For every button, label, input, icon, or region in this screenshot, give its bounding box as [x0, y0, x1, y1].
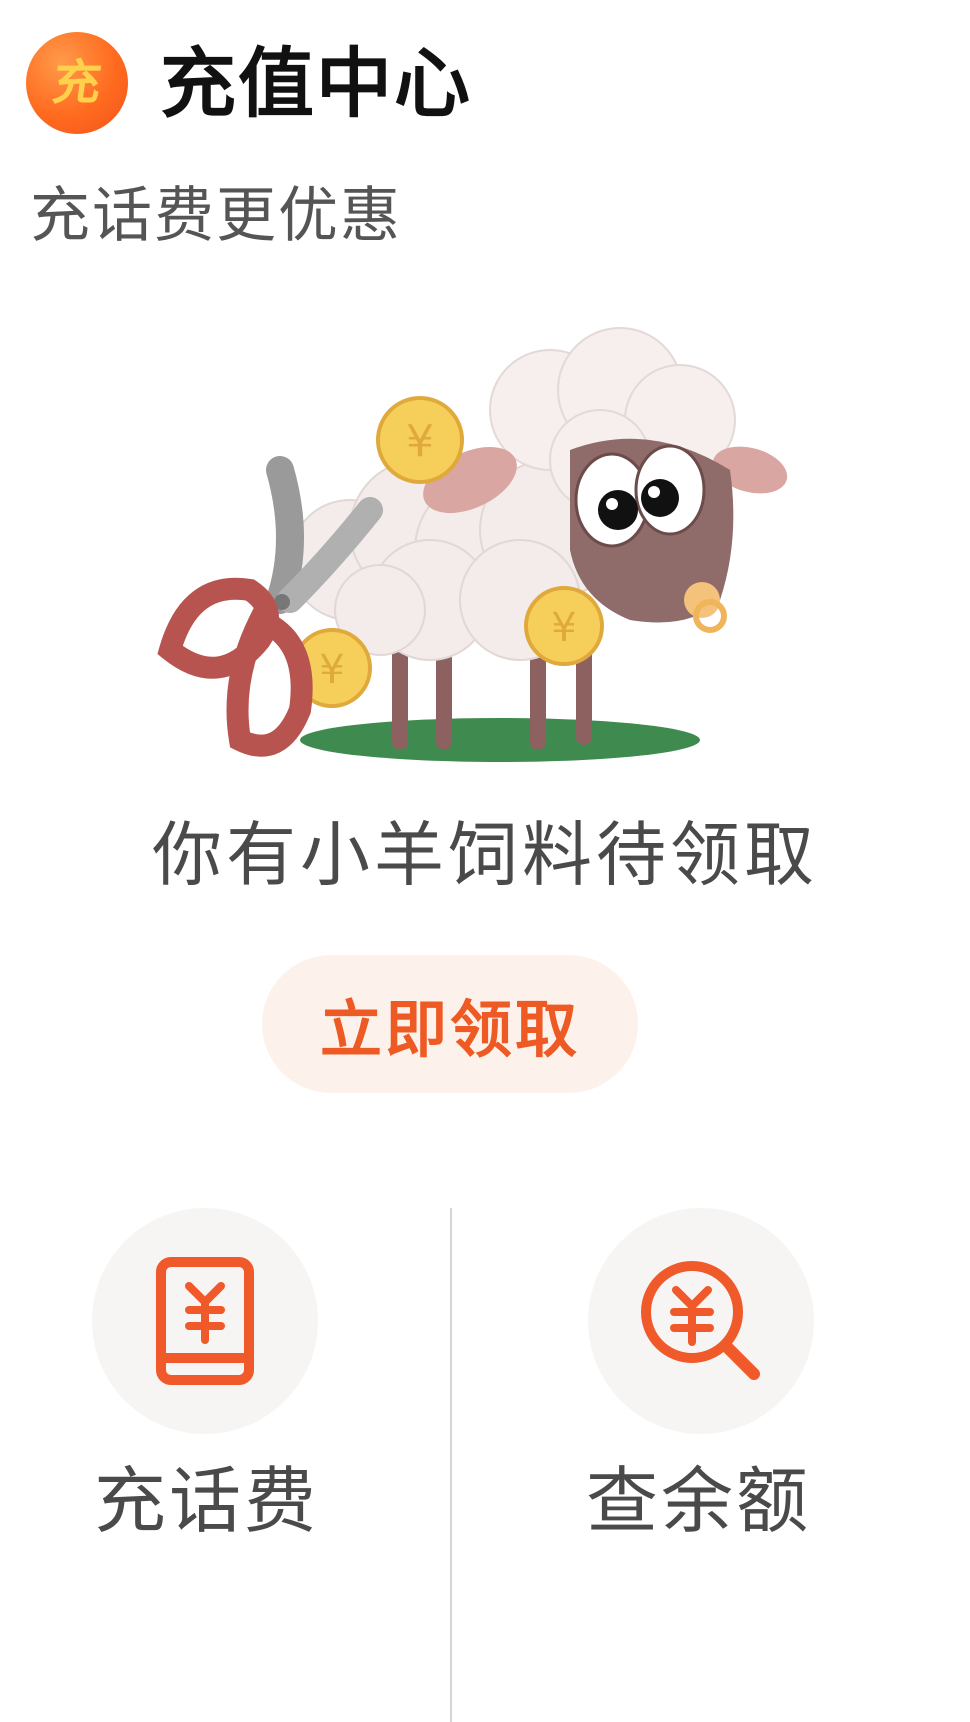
- grass-shadow: [300, 718, 700, 762]
- sheep-shearing-illustration: ¥ ¥ ¥: [157, 327, 788, 762]
- recharge-phone-label[interactable]: 充话费: [94, 1456, 319, 1546]
- check-balance-button[interactable]: [588, 1208, 814, 1434]
- app-logo-char: 充: [49, 55, 105, 111]
- check-balance-label[interactable]: 查余额: [586, 1456, 811, 1546]
- sheep-leg: [530, 645, 546, 750]
- page-title: 充值中心: [160, 39, 472, 128]
- phone-yuan-icon: [156, 1257, 254, 1385]
- recharge-phone-button[interactable]: [92, 1208, 318, 1434]
- sheep-leg: [436, 650, 452, 750]
- svg-text:¥: ¥: [551, 605, 576, 651]
- vertical-divider: [450, 1208, 452, 1722]
- sheep-leg: [392, 640, 408, 750]
- yuan-coin: ¥: [376, 396, 464, 484]
- claim-now-button[interactable]: 立即领取: [262, 955, 638, 1093]
- page-subtitle: 充话费更优惠: [30, 181, 402, 251]
- svg-text:¥: ¥: [319, 647, 344, 693]
- promo-message: 你有小羊饲料待领取: [152, 814, 818, 896]
- search-yuan-icon: [641, 1261, 760, 1380]
- yuan-coin: ¥: [524, 586, 604, 666]
- svg-text:¥: ¥: [406, 416, 434, 467]
- app-logo-icon: 充: [26, 32, 128, 134]
